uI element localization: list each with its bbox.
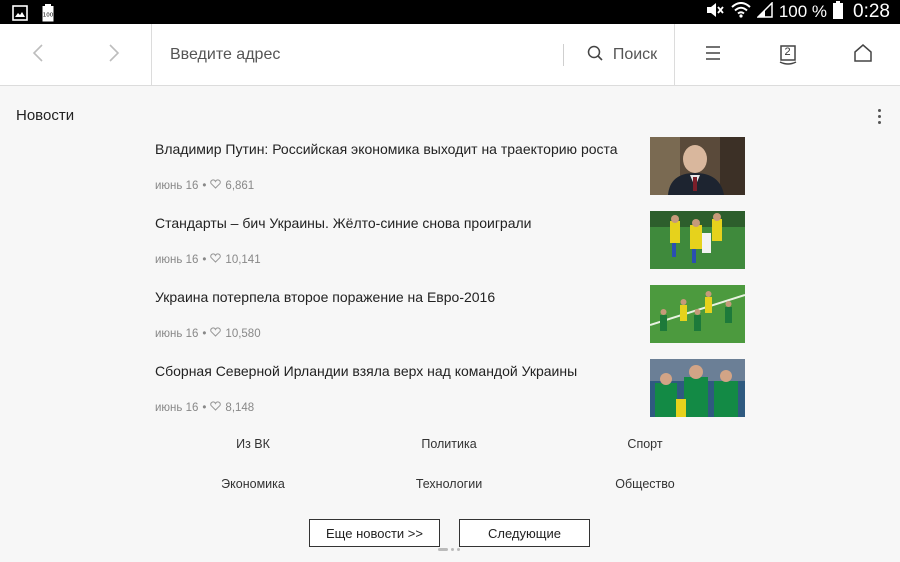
more-options-button[interactable] (871, 106, 887, 126)
meta-separator: • (202, 179, 207, 192)
news-meta: июнь 16 • 6,861 (155, 179, 254, 192)
meta-separator: • (202, 401, 207, 414)
chevron-right-icon (108, 43, 120, 68)
menu-button[interactable] (675, 24, 750, 86)
news-title[interactable]: Сборная Северной Ирландии взяла верх над… (155, 362, 635, 380)
section-title: Новости (16, 107, 75, 124)
heart-icon (210, 179, 222, 192)
meta-separator: • (202, 253, 207, 266)
news-thumbnail[interactable] (650, 359, 745, 417)
tabs-button[interactable]: 2 (750, 24, 825, 86)
heart-icon (210, 401, 222, 414)
battery-percent: 100 % (778, 2, 828, 21)
category-link[interactable]: Экономика (221, 477, 285, 491)
mute-icon (705, 2, 725, 23)
heart-icon (210, 327, 222, 340)
battery-icon (833, 0, 844, 24)
news-item[interactable]: Владимир Путин: Российская экономика вых… (155, 130, 750, 204)
menu-icon (705, 45, 721, 66)
news-thumbnail[interactable] (650, 137, 745, 195)
news-title[interactable]: Стандарты – бич Украины. Жёлто-синие сно… (155, 214, 635, 232)
news-date: июнь 16 (155, 179, 199, 192)
page-dot (451, 548, 454, 551)
gallery-icon (12, 5, 28, 26)
news-meta: июнь 16 • 10,580 (155, 327, 261, 340)
home-button[interactable] (825, 24, 900, 86)
category-link[interactable]: Технологии (416, 477, 482, 491)
news-title[interactable]: Украина потерпела второе поражение на Ев… (155, 288, 635, 306)
news-thumbnail[interactable] (650, 211, 745, 269)
status-right: 100 % 0:28 (705, 0, 890, 24)
news-list: Владимир Путин: Российская экономика вых… (155, 130, 750, 426)
news-likes: 10,141 (225, 253, 261, 266)
signal-icon (756, 0, 773, 23)
category-link[interactable]: Общество (615, 477, 674, 491)
address-input[interactable] (170, 46, 550, 64)
search-icon (587, 45, 603, 66)
page-indicator (438, 548, 460, 551)
wifi-icon (731, 1, 751, 23)
chevron-left-icon (32, 43, 44, 68)
search-separator (563, 44, 564, 66)
svg-text:100: 100 (43, 13, 54, 19)
clock: 0:28 (853, 1, 890, 22)
news-date: июнь 16 (155, 327, 199, 340)
tab-count: 2 (784, 46, 791, 58)
tabs-icon: 2 (779, 45, 797, 65)
news-likes: 10,580 (225, 327, 261, 340)
category-link[interactable]: Из ВК (236, 437, 270, 451)
news-thumbnail[interactable] (650, 285, 745, 343)
status-bar: 100 100 % 0:28 (0, 0, 900, 24)
forward-button[interactable] (76, 24, 152, 86)
search-button[interactable]: Поиск (570, 24, 674, 86)
more-options-icon (877, 108, 881, 112)
news-title[interactable]: Владимир Путин: Российская экономика вых… (155, 140, 635, 158)
more-options-dot (877, 120, 881, 124)
category-link[interactable]: Политика (421, 437, 476, 451)
news-item[interactable]: Сборная Северной Ирландии взяла верх над… (155, 352, 750, 426)
heart-icon (210, 253, 222, 266)
page-dot (457, 548, 460, 551)
news-meta: июнь 16 • 8,148 (155, 401, 254, 414)
news-item[interactable]: Украина потерпела второе поражение на Ев… (155, 278, 750, 352)
browser-toolbar: Поиск 2 (0, 24, 900, 86)
more-news-button[interactable]: Еще новости >> (309, 519, 440, 547)
search-label: Поиск (612, 46, 658, 63)
news-likes: 8,148 (225, 401, 255, 414)
next-button[interactable]: Следующие (459, 519, 590, 547)
news-meta: июнь 16 • 10,141 (155, 253, 261, 266)
news-item[interactable]: Стандарты – бич Украины. Жёлто-синие сно… (155, 204, 750, 278)
news-date: июнь 16 (155, 253, 199, 266)
meta-separator: • (202, 327, 207, 340)
back-button[interactable] (0, 24, 76, 86)
more-options-dot (877, 114, 881, 118)
home-icon (853, 43, 872, 67)
news-date: июнь 16 (155, 401, 199, 414)
category-link[interactable]: Спорт (627, 437, 662, 451)
address-bar[interactable] (152, 24, 562, 86)
news-likes: 6,861 (225, 179, 255, 192)
page-dot-active (438, 548, 448, 551)
